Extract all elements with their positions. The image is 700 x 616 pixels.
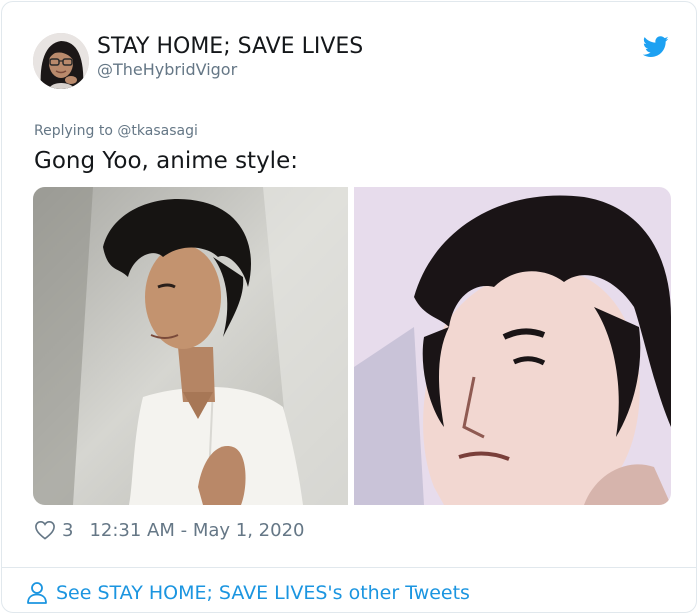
reply-context: Replying to @tkasasagi <box>34 122 198 140</box>
author-display-name[interactable]: STAY HOME; SAVE LIVES <box>97 33 363 61</box>
person-outline-icon <box>27 582 47 604</box>
tweet-text: Gong Yoo, anime style: <box>34 148 298 174</box>
like-count: 3 <box>62 519 74 541</box>
see-other-tweets-link[interactable]: See STAY HOME; SAVE LIVES's other Tweets <box>26 578 470 608</box>
see-other-tweets-label: See STAY HOME; SAVE LIVES's other Tweets <box>56 582 470 604</box>
tweet-media <box>33 187 671 505</box>
divider <box>2 567 696 568</box>
author-handle[interactable]: @TheHybridVigor <box>97 60 237 80</box>
reply-prefix: Replying to <box>34 123 118 139</box>
heart-outline-icon[interactable] <box>34 520 56 540</box>
reply-mention-link[interactable]: @tkasasagi <box>117 123 197 139</box>
tweet-timestamp[interactable]: 12:31 AM - May 1, 2020 <box>89 520 304 541</box>
tweet-card: STAY HOME; SAVE LIVES @TheHybridVigor Re… <box>1 1 697 613</box>
twitter-bird-icon[interactable] <box>643 36 669 58</box>
avatar[interactable] <box>33 33 89 89</box>
photo-anime[interactable] <box>354 187 671 505</box>
photo-real[interactable] <box>33 187 348 505</box>
tweet-meta: 3 12:31 AM - May 1, 2020 <box>34 516 304 544</box>
avatar-image <box>33 33 89 89</box>
